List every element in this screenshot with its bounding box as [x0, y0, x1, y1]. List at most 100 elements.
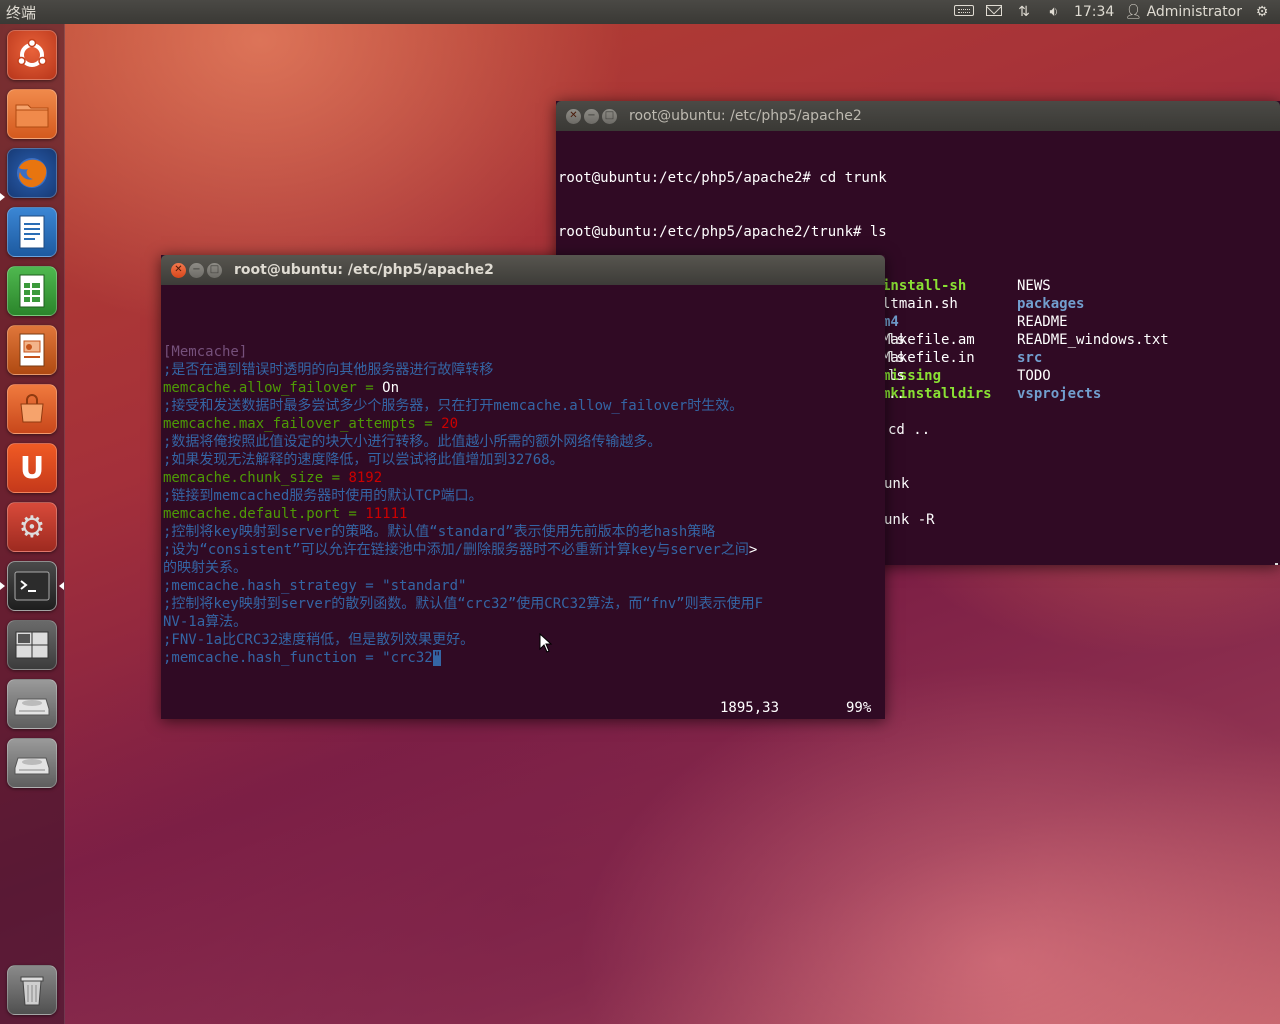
mail-icon[interactable] [984, 4, 1004, 20]
files-launcher[interactable] [7, 89, 57, 139]
clock[interactable]: 17:34 [1074, 4, 1114, 20]
vim-status-line: 1895,33 99% [161, 699, 885, 719]
vim-line: ;是否在遇到错误时透明的向其他服务器进行故障转移 [163, 361, 885, 379]
history-line: ls [888, 368, 905, 384]
history-line: ls [888, 332, 905, 348]
back-window-controls: ✕ − □ [556, 108, 629, 124]
vim-text-segment: ;控制将key映射到server的策略。默认值“standard”表示使用先前版… [163, 524, 716, 540]
workspace-switcher-launcher[interactable] [7, 620, 57, 670]
impress-launcher[interactable] [7, 325, 57, 375]
drive-icon [14, 757, 50, 775]
network-icon[interactable]: ⇅ [1014, 4, 1034, 20]
vim-text-segment: On [382, 380, 400, 396]
u-icon: U [19, 450, 45, 486]
history-line: cd .. [888, 422, 931, 438]
dash-home-button[interactable] [7, 30, 57, 80]
vim-text-segment: ;设为“consistent”可以允许在链接池中添加/删除服务器时不必重新计算k… [163, 542, 749, 558]
maximize-icon[interactable]: □ [602, 108, 617, 124]
front-terminal-window[interactable]: ✕ − □ root@ubuntu: /etc/php5/apache2 [Me… [161, 255, 885, 719]
vim-text-segment: 的映射关系。 [163, 560, 247, 576]
ls-entry: src [1017, 350, 1043, 366]
terminal-launcher[interactable] [7, 561, 57, 611]
back-window-title: root@ubuntu: /etc/php5/apache2 [629, 108, 862, 124]
user-menu[interactable]: 👤︎ Administrator [1124, 4, 1242, 20]
terminal-focused-indicator [59, 582, 64, 590]
text-cursor: " [432, 650, 442, 666]
vim-line: 的映射关系。 [163, 559, 885, 577]
bag-icon [20, 394, 44, 423]
user-name: Administrator [1146, 4, 1242, 20]
history-line: unk [884, 476, 910, 492]
vim-line: memcache.chunk_size = 8192 [163, 469, 885, 487]
software-center-launcher[interactable] [7, 384, 57, 434]
ls-entry: vsprojects [1017, 386, 1102, 402]
launcher: U ⚙ [0, 24, 65, 1024]
prompt-line: root@ubuntu:/etc/php5/apache2/trunk# ls [558, 224, 887, 240]
terminal-icon [14, 571, 50, 601]
vim-line: NV-1a算法。 [163, 613, 885, 631]
ubuntu-logo-icon [17, 38, 47, 67]
close-icon[interactable]: ✕ [171, 262, 186, 278]
vim-line: ;如果发现无法解释的速度降低，可以尝试将此值增加到32768。 [163, 451, 885, 469]
vim-text-segment: 20 [441, 416, 459, 432]
vim-line: ;接受和发送数据时最多尝试多少个服务器，只在打开memcache.allow_f… [163, 397, 885, 415]
writer-launcher[interactable] [7, 207, 57, 257]
vim-text-segment: memcache.allow_failover = [163, 380, 383, 396]
gear-icon[interactable]: ⚙ [1252, 4, 1272, 20]
vim-line [163, 325, 885, 343]
close-icon[interactable]: ✕ [566, 108, 581, 124]
ls-entry: ltmain.sh [882, 296, 958, 312]
system-settings-launcher[interactable]: ⚙ [7, 502, 57, 552]
vim-text-segment: ;接受和发送数据时最多尝试多少个服务器，只在打开memcache.allow_f… [163, 398, 744, 414]
vim-text-segment: 11111 [365, 506, 408, 522]
ls-entry: README [1017, 314, 1068, 330]
indicator-area: ⇅ 🔉︎ 17:34 👤︎ Administrator ⚙ [953, 4, 1280, 20]
cursor-position: 1895,33 [720, 700, 780, 716]
maximize-icon[interactable]: □ [207, 262, 222, 278]
minimize-icon[interactable]: − [189, 262, 204, 278]
ls-entry: TODO [1017, 368, 1051, 384]
volume-icon[interactable]: 🔉︎ [1044, 4, 1064, 20]
vim-line: ;memcache.hash_function = "crc32" [163, 649, 885, 667]
vim-text-segment: ;是否在遇到错误时透明的向其他服务器进行故障转移 [163, 362, 494, 378]
vim-line: ;FNV-1a比CRC32速度稍低，但是散列效果更好。 [163, 631, 885, 649]
drive-1-launcher[interactable] [7, 679, 57, 729]
vim-line: [Memcache] [163, 343, 885, 361]
drive-icon [14, 698, 50, 716]
front-window-controls: ✕ − □ [161, 262, 234, 278]
ls-entry: install-sh [882, 278, 967, 294]
minimize-icon[interactable]: − [584, 108, 599, 124]
impress-icon [19, 333, 45, 367]
back-window-titlebar[interactable]: ✕ − □ root@ubuntu: /etc/php5/apache2 [556, 101, 1280, 131]
scrollbar-thumb[interactable] [1275, 563, 1278, 565]
mouse-pointer-icon [539, 633, 553, 653]
calc-icon [19, 274, 45, 308]
user-icon: 👤︎ [1124, 4, 1143, 20]
vim-buffer[interactable]: [Memcache] ;是否在遇到错误时透明的向其他服务器进行故障转移 memcac… [163, 325, 885, 667]
trash-launcher[interactable] [7, 965, 57, 1015]
front-window-titlebar[interactable]: ✕ − □ root@ubuntu: /etc/php5/apache2 [161, 255, 885, 285]
history-line: unk -R [884, 512, 935, 528]
vim-text-segment: > [748, 542, 758, 558]
drive-2-launcher[interactable] [7, 738, 57, 788]
writer-icon [19, 215, 45, 249]
vim-editor[interactable]: [Memcache] ;是否在遇到错误时透明的向其他服务器进行故障转移 memcac… [161, 285, 885, 719]
vim-text-segment: ;memcache.hash_strategy = "standard" [163, 578, 467, 594]
vim-line: memcache.default.port = 11111 [163, 505, 885, 523]
firefox-running-indicator [0, 193, 5, 201]
vim-line: ;控制将key映射到server的策略。默认值“standard”表示使用先前版… [163, 523, 885, 541]
prompt-line: root@ubuntu:/etc/php5/apache2# cd trunk [558, 170, 887, 186]
vim-text-segment: ;如果发现无法解释的速度降低，可以尝试将此值增加到32768。 [163, 452, 564, 468]
app-name[interactable]: 终端 [0, 2, 36, 23]
ls-entry: NEWS [1017, 278, 1051, 294]
front-window-title: root@ubuntu: /etc/php5/apache2 [234, 262, 494, 278]
vim-line: ;数据将俺按照此值设定的块大小进行转移。此值越小所需的额外网络传输越多。 [163, 433, 885, 451]
keyboard-icon[interactable] [953, 4, 974, 20]
ubuntu-one-launcher[interactable]: U [7, 443, 57, 493]
vim-line: ;设为“consistent”可以允许在链接池中添加/删除服务器时不必重新计算k… [163, 541, 885, 559]
vim-text-segment: 8192 [348, 470, 383, 486]
vim-line: ;链接到memcached服务器时使用的默认TCP端口。 [163, 487, 885, 505]
history-line: ls [888, 350, 905, 366]
calc-launcher[interactable] [7, 266, 57, 316]
firefox-launcher[interactable] [7, 148, 57, 198]
